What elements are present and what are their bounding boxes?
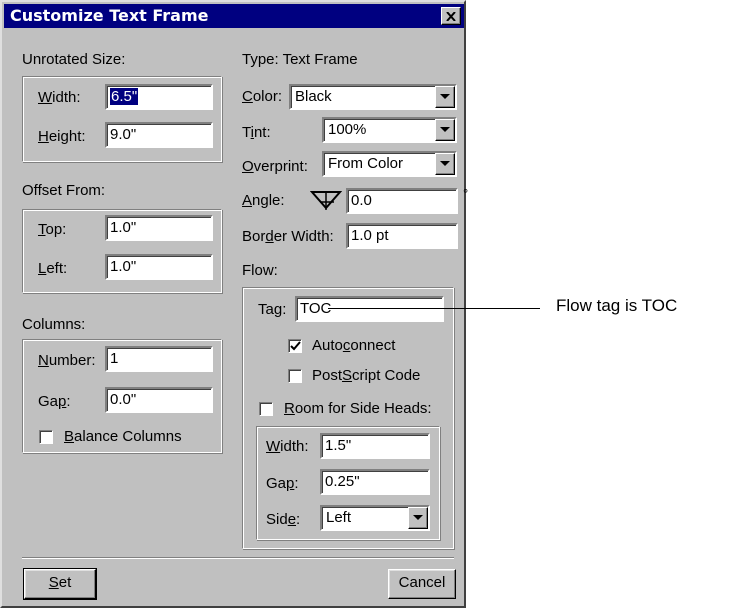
height-label: Height: [38,128,86,145]
overprint-label: Overprint: [242,158,308,175]
balance-columns-checkbox[interactable] [39,430,53,444]
overprint-select[interactable]: From Color [322,151,457,177]
postscript-code-label: PostScript Code [312,367,421,384]
columns-heading: Columns: [22,316,86,333]
gap-field[interactable]: 0.0" [105,387,213,413]
angle-icon [310,191,342,210]
postscript-code-checkbox[interactable] [288,369,302,383]
top-field[interactable]: 1.0" [105,215,213,241]
tag-label: Tag: [258,301,287,318]
chevron-down-icon[interactable] [435,119,455,141]
width-label: Width: [38,89,81,106]
left-field[interactable]: 1.0" [105,254,213,280]
autoconnect-label: Autoconnect [312,337,396,354]
border-width-label: Border Width: [242,228,334,245]
tint-select[interactable]: 100% [322,117,457,143]
color-value: Black [295,88,332,105]
number-label: Number: [38,352,96,369]
width-field[interactable]: 6.5" [105,84,213,110]
title-bar[interactable]: Customize Text Frame [4,4,464,28]
type-value: Text Frame [282,51,358,68]
overprint-value: From Color [328,155,404,172]
type-label: Type: Text Frame [242,51,358,68]
room-for-side-heads-checkbox[interactable] [259,402,273,416]
side-heads-gap-label: Gap: [266,475,299,492]
color-label: Color: [242,88,283,105]
close-button[interactable] [441,7,461,25]
side-heads-side-select[interactable]: Left [320,505,430,531]
unrotated-size-heading: Unrotated Size: [22,51,126,68]
color-select[interactable]: Black [289,84,457,110]
top-label: Top: [38,221,67,238]
tint-label: Tint: [242,124,271,141]
footer-separator [22,557,454,559]
set-button[interactable]: Set [23,568,97,600]
left-label: Left: [38,260,68,277]
angle-label: Angle: [242,192,285,209]
side-heads-gap-field[interactable]: 0.25" [320,469,430,495]
autoconnect-checkbox[interactable] [288,339,302,353]
room-for-side-heads-label: Room for Side Heads: [284,400,432,417]
degree-unit: ° [463,186,469,201]
chevron-down-icon[interactable] [435,86,455,108]
number-field[interactable]: 1 [105,346,213,372]
side-value: Left [326,509,352,526]
flow-tag-field[interactable]: TOC [295,296,444,322]
border-width-field[interactable]: 1.0 pt [346,223,458,249]
side-heads-width-field[interactable]: 1.5" [320,433,430,459]
height-field[interactable]: 9.0" [105,122,213,148]
angle-field[interactable]: 0.0 [346,188,458,214]
tint-value: 100% [328,121,367,138]
chevron-down-icon[interactable] [435,153,455,175]
side-heads-side-label: Side: [266,511,301,528]
callout-label: Flow tag is TOC [556,296,678,315]
callout-line [328,308,540,309]
flow-heading: Flow: [242,262,278,279]
cancel-button[interactable]: Cancel [388,569,456,599]
chevron-down-icon[interactable] [408,507,428,529]
balance-columns-label: Balance Columns [64,428,182,445]
side-heads-width-label: Width: [266,438,309,455]
checkmark-icon [290,341,301,351]
gap-label: Gap: [38,393,71,410]
dialog-title: Customize Text Frame [10,6,209,25]
close-icon [446,11,456,21]
customize-text-frame-dialog: Customize Text Frame Unrotated Size: Wid… [0,0,469,608]
offset-from-heading: Offset From: [22,182,106,199]
